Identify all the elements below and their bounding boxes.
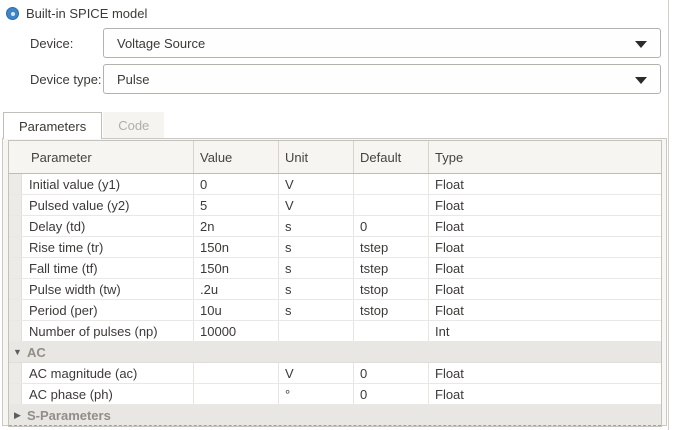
- cell-value[interactable]: 150n: [194, 237, 279, 257]
- cell-type[interactable]: Float: [429, 258, 661, 278]
- cell-unit[interactable]: [279, 321, 354, 341]
- row-indent: [9, 300, 22, 320]
- table-row: Number of pulses (np) 10000 Int: [9, 321, 661, 342]
- cell-unit[interactable]: s: [279, 216, 354, 236]
- cell-type[interactable]: Float: [429, 384, 661, 404]
- builtin-spice-model-option[interactable]: Built-in SPICE model: [6, 6, 147, 21]
- cell-default[interactable]: [354, 321, 429, 341]
- cell-type[interactable]: Float: [429, 279, 661, 299]
- cell-default[interactable]: [354, 195, 429, 215]
- cell-parameter[interactable]: Period (per): [22, 300, 194, 320]
- group-label: S-Parameters: [27, 407, 111, 423]
- cell-type[interactable]: Int: [429, 321, 661, 341]
- cell-value[interactable]: 0: [194, 174, 279, 194]
- table-row: Pulse width (tw) .2u s tstop Float: [9, 279, 661, 300]
- row-indent: [9, 279, 22, 299]
- cell-parameter[interactable]: Fall time (tf): [22, 258, 194, 278]
- cell-parameter[interactable]: Delay (td): [22, 216, 194, 236]
- row-indent: [9, 195, 22, 215]
- cell-type[interactable]: Float: [429, 216, 661, 236]
- cell-unit[interactable]: s: [279, 300, 354, 320]
- table-row: Pulsed value (y2) 5 V Float: [9, 195, 661, 216]
- tab-parameters[interactable]: Parameters: [3, 112, 103, 139]
- row-indent: [9, 384, 22, 404]
- table-row: AC phase (ph) ° 0 Float: [9, 384, 661, 405]
- cell-value[interactable]: 150n: [194, 258, 279, 278]
- group-row[interactable]: ▶ S-Parameters: [9, 405, 661, 426]
- cell-type[interactable]: Float: [429, 363, 661, 383]
- cell-default[interactable]: 0: [354, 363, 429, 383]
- cell-unit[interactable]: V: [279, 174, 354, 194]
- cell-unit[interactable]: V: [279, 363, 354, 383]
- parameters-table-body: Initial value (y1) 0 V Float Pulsed value (y…: [9, 174, 661, 426]
- table-row: Delay (td) 2n s 0 Float: [9, 216, 661, 237]
- cell-default[interactable]: [354, 174, 429, 194]
- row-indent: [9, 216, 22, 236]
- cell-value[interactable]: [194, 363, 279, 383]
- cell-default[interactable]: tstep: [354, 258, 429, 278]
- cell-unit[interactable]: s: [279, 258, 354, 278]
- cell-value[interactable]: 2n: [194, 216, 279, 236]
- radio-selected-icon[interactable]: [6, 7, 19, 20]
- chevron-down-icon: [635, 41, 647, 48]
- column-header-parameter[interactable]: Parameter: [9, 141, 194, 173]
- cell-parameter[interactable]: Pulsed value (y2): [22, 195, 194, 215]
- cell-parameter[interactable]: Rise time (tr): [22, 237, 194, 257]
- cell-value[interactable]: 10000: [194, 321, 279, 341]
- cell-type[interactable]: Float: [429, 237, 661, 257]
- cell-unit[interactable]: s: [279, 279, 354, 299]
- row-indent: [9, 363, 22, 383]
- cell-parameter[interactable]: AC phase (ph): [22, 384, 194, 404]
- chevron-down-icon: [635, 77, 647, 84]
- group-label: AC: [27, 344, 46, 360]
- tab-bar: Parameters Code: [3, 112, 165, 139]
- cell-type[interactable]: Float: [429, 174, 661, 194]
- cell-unit[interactable]: s: [279, 237, 354, 257]
- builtin-spice-model-label: Built-in SPICE model: [26, 6, 148, 21]
- cell-value[interactable]: 5: [194, 195, 279, 215]
- table-row: Initial value (y1) 0 V Float: [9, 174, 661, 195]
- tab-code[interactable]: Code: [103, 112, 165, 138]
- table-row: AC magnitude (ac) V 0 Float: [9, 363, 661, 384]
- row-indent: [9, 237, 22, 257]
- window-edge-divider: [668, 0, 669, 430]
- table-row: Rise time (tr) 150n s tstep Float: [9, 237, 661, 258]
- device-label: Device:: [30, 35, 74, 51]
- device-select[interactable]: Voltage Source: [103, 28, 661, 58]
- cell-default[interactable]: 0: [354, 384, 429, 404]
- cell-default[interactable]: 0: [354, 216, 429, 236]
- cell-parameter[interactable]: AC magnitude (ac): [22, 363, 194, 383]
- column-header-value[interactable]: Value: [194, 141, 279, 173]
- cell-default[interactable]: tstop: [354, 279, 429, 299]
- cell-default[interactable]: tstep: [354, 237, 429, 257]
- cell-parameter[interactable]: Number of pulses (np): [22, 321, 194, 341]
- cell-value[interactable]: 10u: [194, 300, 279, 320]
- parameters-table: Parameter Value Unit Default Type Initia…: [8, 140, 662, 427]
- cell-type[interactable]: Float: [429, 195, 661, 215]
- row-indent: [9, 174, 22, 194]
- device-type-select-value: Pulse: [117, 71, 150, 87]
- cell-parameter[interactable]: Pulse width (tw): [22, 279, 194, 299]
- row-indent: [9, 258, 22, 278]
- cell-value[interactable]: [194, 384, 279, 404]
- table-row: Period (per) 10u s tstop Float: [9, 300, 661, 321]
- device-type-label: Device type:: [30, 71, 102, 87]
- device-select-value: Voltage Source: [117, 35, 206, 51]
- group-row[interactable]: ▼ AC: [9, 342, 661, 363]
- device-type-select[interactable]: Pulse: [103, 64, 661, 94]
- cell-default[interactable]: tstop: [354, 300, 429, 320]
- cell-value[interactable]: .2u: [194, 279, 279, 299]
- table-row: Fall time (tf) 150n s tstep Float: [9, 258, 661, 279]
- column-header-default[interactable]: Default: [354, 141, 429, 173]
- cell-type[interactable]: Float: [429, 300, 661, 320]
- column-header-type[interactable]: Type: [429, 141, 661, 173]
- column-header-unit[interactable]: Unit: [279, 141, 354, 173]
- row-indent: [9, 321, 22, 341]
- cell-unit[interactable]: °: [279, 384, 354, 404]
- table-header-row: Parameter Value Unit Default Type: [9, 141, 661, 174]
- cell-unit[interactable]: V: [279, 195, 354, 215]
- cell-parameter[interactable]: Initial value (y1): [22, 174, 194, 194]
